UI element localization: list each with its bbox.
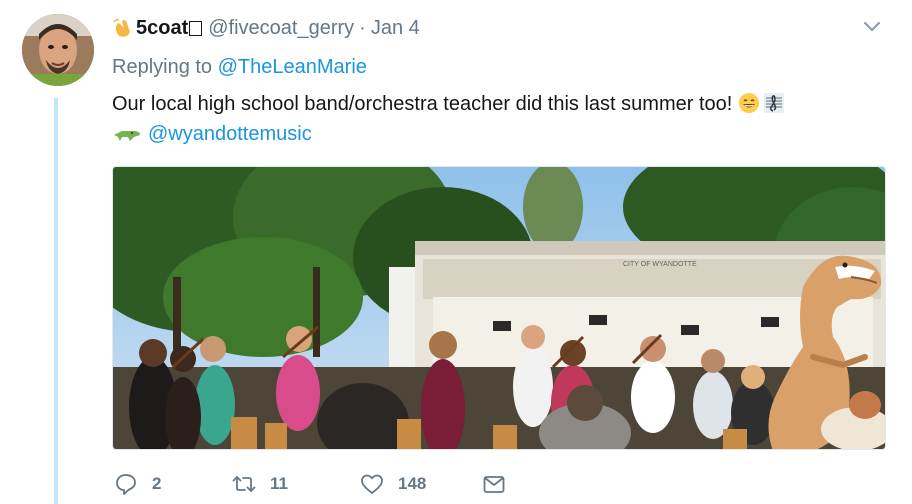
- user-handle[interactable]: @fivecoat_gerry: [208, 17, 354, 40]
- retweet-icon: [232, 476, 256, 492]
- name-glyph-box: [189, 20, 203, 36]
- direct-message-icon: [483, 476, 505, 493]
- avatar[interactable]: [22, 14, 94, 86]
- thread-connector-line: [54, 98, 58, 504]
- replying-to-link[interactable]: @TheLeanMarie: [218, 56, 367, 78]
- display-name[interactable]: 5coat: [136, 17, 188, 40]
- mention-link[interactable]: @wyandottemusic: [148, 122, 312, 146]
- replying-to-label: Replying to: [112, 56, 213, 78]
- tweet-date[interactable]: Jan 4: [371, 17, 420, 40]
- reply-count: 2: [152, 474, 162, 493]
- reply-icon: [116, 474, 136, 495]
- tweet-header: 5coat @fivecoat_gerry · Jan 4: [112, 16, 420, 40]
- like-button[interactable]: 148: [360, 472, 426, 496]
- reply-button[interactable]: 2: [114, 472, 161, 496]
- like-icon: [361, 474, 383, 494]
- direct-message-button[interactable]: [482, 472, 506, 496]
- hand-wave-icon: [113, 19, 130, 37]
- retweet-count: 11: [270, 474, 288, 493]
- tweet-text: Our local high school band/orchestra tea…: [112, 93, 733, 115]
- tweet-body: Our local high school band/orchestra tea…: [112, 92, 785, 116]
- caret-down-icon[interactable]: [860, 14, 884, 38]
- crocodile-emoji-icon: [114, 131, 140, 141]
- separator-dot: ·: [359, 16, 366, 39]
- grinning-emoji-icon: [739, 93, 760, 113]
- retweet-button[interactable]: 11: [232, 472, 288, 496]
- like-count: 148: [398, 474, 427, 493]
- media-photo[interactable]: CITY OF WYANDOTTE: [112, 166, 886, 450]
- replying-to-line: Replying to @TheLeanMarie: [112, 56, 367, 79]
- musical-score-emoji-icon: [764, 93, 785, 113]
- band-shell-sign: CITY OF WYANDOTTE: [623, 261, 697, 268]
- tweet-actions: 2 11 148: [112, 472, 532, 500]
- mention-line: @wyandottemusic: [112, 122, 312, 146]
